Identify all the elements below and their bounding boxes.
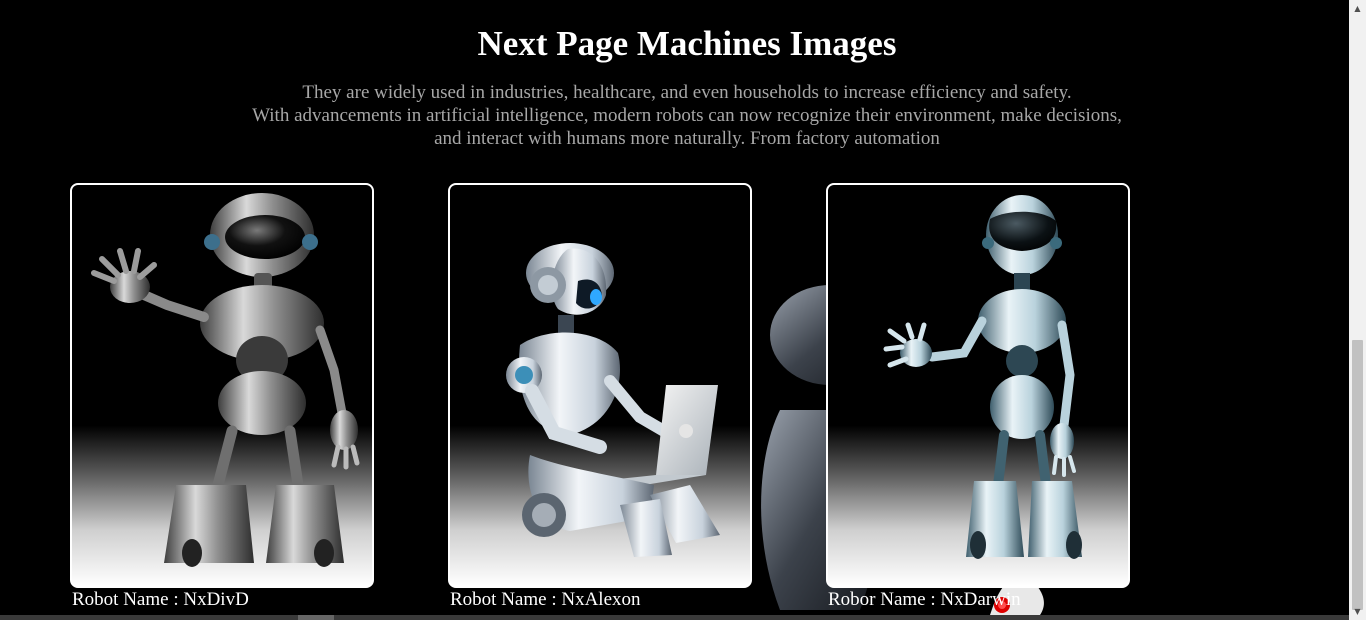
horizontal-scrollbar[interactable]	[0, 615, 1349, 620]
horizontal-scrollbar-thumb[interactable]	[298, 615, 334, 620]
page-description: They are widely used in industries, heal…	[0, 81, 1349, 150]
waving-robot-icon	[91, 193, 360, 567]
robot-card[interactable]	[448, 183, 752, 588]
scroll-down-arrow-icon[interactable]: ▼	[1349, 603, 1366, 620]
vertical-scrollbar[interactable]: ▲ ▼	[1349, 0, 1366, 620]
vertical-scrollbar-thumb[interactable]	[1352, 340, 1363, 610]
description-line: With advancements in artificial intellig…	[252, 105, 1122, 126]
standing-robot-icon	[883, 195, 1082, 559]
description-line: and interact with humans more naturally.…	[434, 128, 940, 149]
page: Next Page Machines Images They are widel…	[0, 0, 1349, 615]
robot-card[interactable]	[70, 183, 374, 588]
scroll-up-arrow-icon[interactable]: ▲	[1349, 0, 1366, 17]
robot-name-caption: Robot Name : NxAlexon	[450, 589, 641, 610]
laptop-robot-icon	[506, 243, 720, 557]
robot-card[interactable]	[826, 183, 1130, 588]
robot-name-caption: Robot Name : NxDivD	[72, 589, 249, 610]
description-line: They are widely used in industries, heal…	[302, 82, 1072, 103]
page-title: Next Page Machines Images	[477, 24, 897, 63]
robot-name-caption: Robor Name : NxDarwin	[828, 589, 1021, 610]
